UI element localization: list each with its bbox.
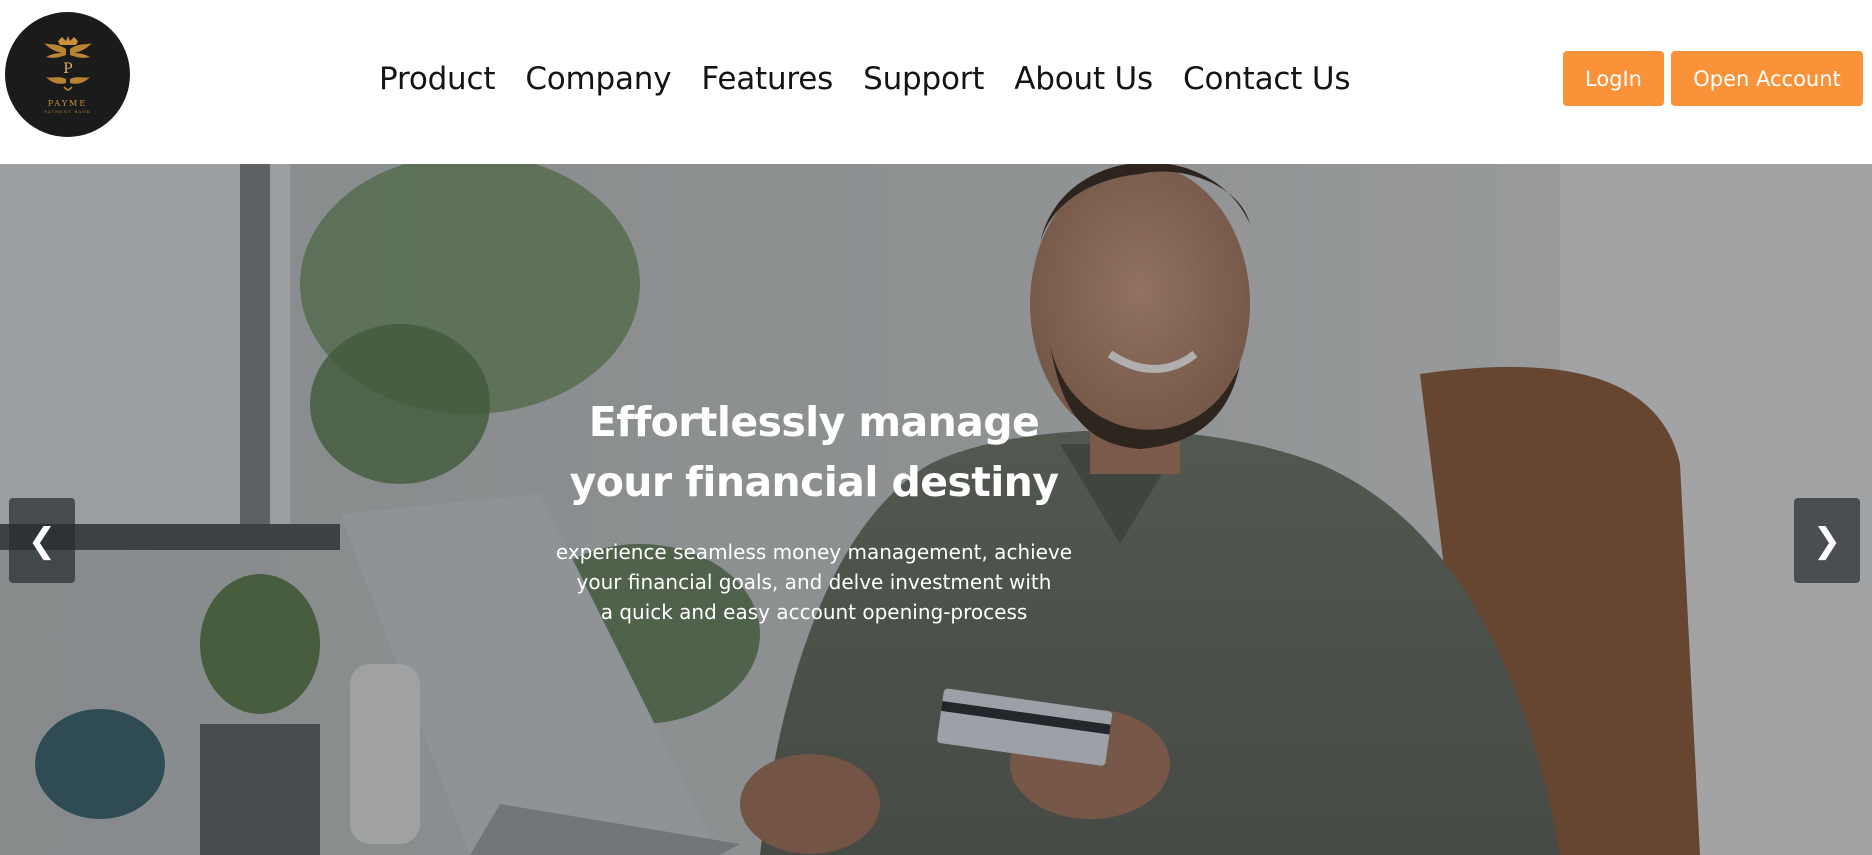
nav-item-support[interactable]: Support bbox=[863, 61, 984, 97]
hero-subtitle-line-3: a quick and easy account opening-process bbox=[600, 600, 1028, 624]
chevron-right-icon: ❯ bbox=[1812, 520, 1842, 561]
carousel-prev-button[interactable]: ❮ bbox=[9, 498, 75, 583]
svg-text:P: P bbox=[63, 61, 72, 77]
hero-subtitle-line-1: experience seamless money management, ac… bbox=[555, 540, 1073, 564]
main-nav: Product Company Features Support About U… bbox=[379, 55, 1351, 103]
hero-title-line-2: your financial destiny bbox=[569, 458, 1059, 506]
nav-item-contact-us[interactable]: Contact Us bbox=[1183, 61, 1351, 97]
carousel-next-button[interactable]: ❯ bbox=[1794, 498, 1860, 583]
site-header: P PAYME PAYMENT BANK Product Company Fea… bbox=[0, 0, 1872, 164]
crown-monogram-icon: P bbox=[43, 36, 92, 91]
login-button[interactable]: LogIn bbox=[1563, 51, 1664, 106]
hero-content: Effortlessly manage your financial desti… bbox=[514, 392, 1114, 627]
hero-subtitle: experience seamless money management, ac… bbox=[514, 537, 1114, 627]
hero-title-line-1: Effortlessly manage bbox=[588, 398, 1040, 446]
brand-logo[interactable]: P PAYME PAYMENT BANK bbox=[5, 12, 130, 137]
hero-subtitle-line-2: your financial goals, and delve investme… bbox=[576, 570, 1052, 594]
nav-item-product[interactable]: Product bbox=[379, 61, 496, 97]
nav-item-features[interactable]: Features bbox=[701, 61, 833, 97]
nav-item-about-us[interactable]: About Us bbox=[1014, 61, 1153, 97]
logo-name: PAYME bbox=[47, 99, 88, 108]
nav-item-company[interactable]: Company bbox=[525, 61, 671, 97]
hero-carousel: Effortlessly manage your financial desti… bbox=[0, 164, 1872, 855]
open-account-button[interactable]: Open Account bbox=[1671, 51, 1863, 106]
hero-title: Effortlessly manage your financial desti… bbox=[514, 392, 1114, 512]
logo-tagline: PAYMENT BANK bbox=[44, 109, 91, 114]
chevron-left-icon: ❮ bbox=[27, 520, 57, 561]
